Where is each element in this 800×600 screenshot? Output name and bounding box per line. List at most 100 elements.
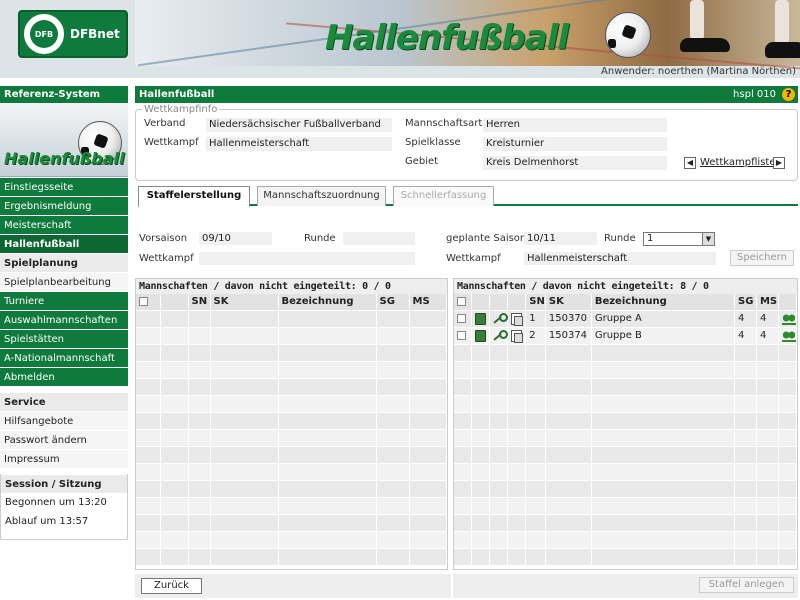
- left-team-panel: Mannschaften / davon nicht eingeteilt: 0…: [135, 278, 448, 570]
- sidebar-item-auswahlmannschaften[interactable]: Auswahlmannschaften: [0, 310, 128, 329]
- prev-arrow-icon[interactable]: ◀: [684, 157, 696, 169]
- table-row: [136, 411, 447, 429]
- table-row: [136, 428, 447, 446]
- sidebar-item-hallenfussball[interactable]: Hallenfußball: [0, 234, 128, 253]
- mannschaftsart-label: Mannschaftsart: [405, 118, 483, 129]
- vorsaison-label: Vorsaison: [139, 233, 188, 244]
- col-header-sn: SN: [188, 294, 211, 310]
- sidebar-item-impressum[interactable]: Impressum: [0, 449, 128, 468]
- logo-text: DFBnet: [70, 27, 120, 41]
- tab-mannschaftszuordnung[interactable]: Mannschaftszuordnung: [257, 186, 386, 206]
- sidebar-item-spielstaetten[interactable]: Spielstätten: [0, 329, 128, 348]
- mannschaftsart-value: Herren: [483, 118, 667, 132]
- row-checkbox[interactable]: [457, 313, 466, 323]
- left-team-table: SN SK Bezeichnung SG MS: [136, 294, 447, 565]
- header: DFB DFBnet Hallenfußball Anwender: noert…: [0, 0, 800, 78]
- table-row[interactable]: 1 150370 Gruppe A 4 4: [454, 309, 797, 327]
- cell-bezeichnung: Gruppe A: [591, 309, 736, 327]
- page-title: Hallenfußball: [139, 89, 215, 100]
- next-arrow-icon[interactable]: ▶: [773, 157, 785, 169]
- col-header-sk: SK: [210, 294, 279, 310]
- copy-icon[interactable]: [511, 312, 524, 326]
- chevron-down-icon[interactable]: ▼: [702, 233, 714, 245]
- sidebar-item-einstiegsseite[interactable]: Einstiegsseite: [0, 177, 128, 196]
- wettkampfinfo-legend: Wettkampfinfo: [142, 104, 220, 115]
- table-row: [454, 496, 797, 514]
- table-row: [136, 530, 447, 548]
- cell-sg: 4: [734, 326, 757, 344]
- sidebar-item-ergebnismeldung[interactable]: Ergebnismeldung: [0, 196, 128, 215]
- table-row: [136, 479, 447, 497]
- col-header: [507, 294, 527, 310]
- service-title: Service: [0, 392, 128, 411]
- copy-icon[interactable]: [511, 329, 524, 343]
- col-header: [489, 294, 509, 310]
- sidebar-item-spielplanbearbeitung[interactable]: Spielplanbearbeitung: [0, 272, 128, 291]
- dfb-eagle-icon: DFB: [24, 14, 64, 54]
- sidebar-item-abmelden[interactable]: Abmelden: [0, 367, 128, 386]
- table-row: [454, 343, 797, 361]
- vorsaison-value: 09/10: [199, 232, 272, 245]
- dfbnet-logo[interactable]: DFB DFBnet: [18, 10, 128, 58]
- cell-sg: 4: [734, 309, 757, 327]
- row-checkbox[interactable]: [457, 330, 466, 340]
- zurueck-button[interactable]: Zurück: [141, 578, 202, 594]
- sidebar-item-passwort-aendern[interactable]: Passwort ändern: [0, 430, 128, 449]
- book-icon[interactable]: [475, 329, 487, 342]
- sidebar-item-hilfsangebote[interactable]: Hilfsangebote: [0, 411, 128, 430]
- wettkampf-value: Hallenmeisterschaft: [206, 137, 392, 151]
- cell-sn: 2: [525, 326, 546, 344]
- team-icon[interactable]: [782, 312, 796, 325]
- select-all-checkbox[interactable]: [457, 296, 466, 306]
- banner: Hallenfußball: [135, 0, 800, 70]
- select-all-cell: [136, 294, 161, 310]
- wettkampf-label-right: Wettkampf: [446, 253, 501, 264]
- tab-staffelerstellung[interactable]: Staffelerstellung: [138, 186, 250, 208]
- sidebar-subsection-title: Spielplanung: [0, 253, 128, 272]
- geplante-saison-value: 10/11: [524, 232, 597, 245]
- table-row: [454, 377, 797, 395]
- team-icon[interactable]: [782, 329, 796, 342]
- cell-bezeichnung: Gruppe B: [591, 326, 736, 344]
- right-team-table: SN SK Bezeichnung SG MS 1 150370 Gruppe …: [454, 294, 797, 565]
- cell-ms: 4: [756, 326, 780, 344]
- sidebar-image-title: Hallenfußball: [4, 149, 125, 168]
- key-icon[interactable]: [493, 312, 509, 325]
- table-row: [454, 445, 797, 463]
- sidebar: Referenz-System Hallenfußball Einstiegss…: [0, 86, 128, 540]
- right-team-panel: Mannschaften / davon nicht eingeteilt: 8…: [453, 278, 798, 570]
- footer-left-bar: Zurück: [135, 574, 451, 598]
- col-header-bezeichnung: Bezeichnung: [591, 294, 736, 310]
- table-row: [454, 462, 797, 480]
- gebiet-label: Gebiet: [405, 156, 439, 167]
- main-title-bar: Hallenfußball hspl 010 ?: [135, 86, 798, 103]
- wettkampf-value-right: Hallenmeisterschaft: [524, 252, 716, 265]
- sidebar-item-meisterschaft[interactable]: Meisterschaft: [0, 215, 128, 234]
- main-content: Hallenfußball hspl 010 ? Wettkampfinfo V…: [135, 86, 798, 181]
- wettkampfinfo-box: Wettkampfinfo Verband Niedersächsischer …: [135, 104, 798, 181]
- table-row: [136, 462, 447, 480]
- col-header: [160, 294, 189, 310]
- select-all-checkbox[interactable]: [139, 296, 148, 306]
- table-row: [136, 377, 447, 395]
- table-row: [136, 445, 447, 463]
- book-icon[interactable]: [475, 312, 487, 325]
- key-icon[interactable]: [493, 329, 509, 342]
- session-begin: Begonnen um 13:20: [5, 497, 107, 508]
- football-icon: [605, 12, 651, 58]
- table-row[interactable]: 2 150374 Gruppe B 4 4: [454, 326, 797, 344]
- sidebar-item-turniere[interactable]: Turniere: [0, 291, 128, 310]
- runde-label-left: Runde: [304, 233, 336, 244]
- sidebar-item-a-nationalmannschaft[interactable]: A-Nationalmannschaft: [0, 348, 128, 367]
- table-row: [454, 360, 797, 378]
- staffel-anlegen-button: Staffel anlegen: [699, 577, 794, 593]
- table-row: [454, 547, 797, 565]
- table-row: [454, 394, 797, 412]
- user-info: Anwender: noerthen (Martina Nörthen): [601, 66, 796, 77]
- table-row: [136, 547, 447, 565]
- wettkampf-label-left: Wettkampf: [139, 253, 194, 264]
- runde-label-right: Runde: [604, 233, 636, 244]
- wettkampfliste-link[interactable]: Wettkampfliste: [700, 157, 776, 168]
- help-icon[interactable]: ?: [782, 88, 795, 101]
- runde-select[interactable]: 1 ▼: [643, 232, 715, 246]
